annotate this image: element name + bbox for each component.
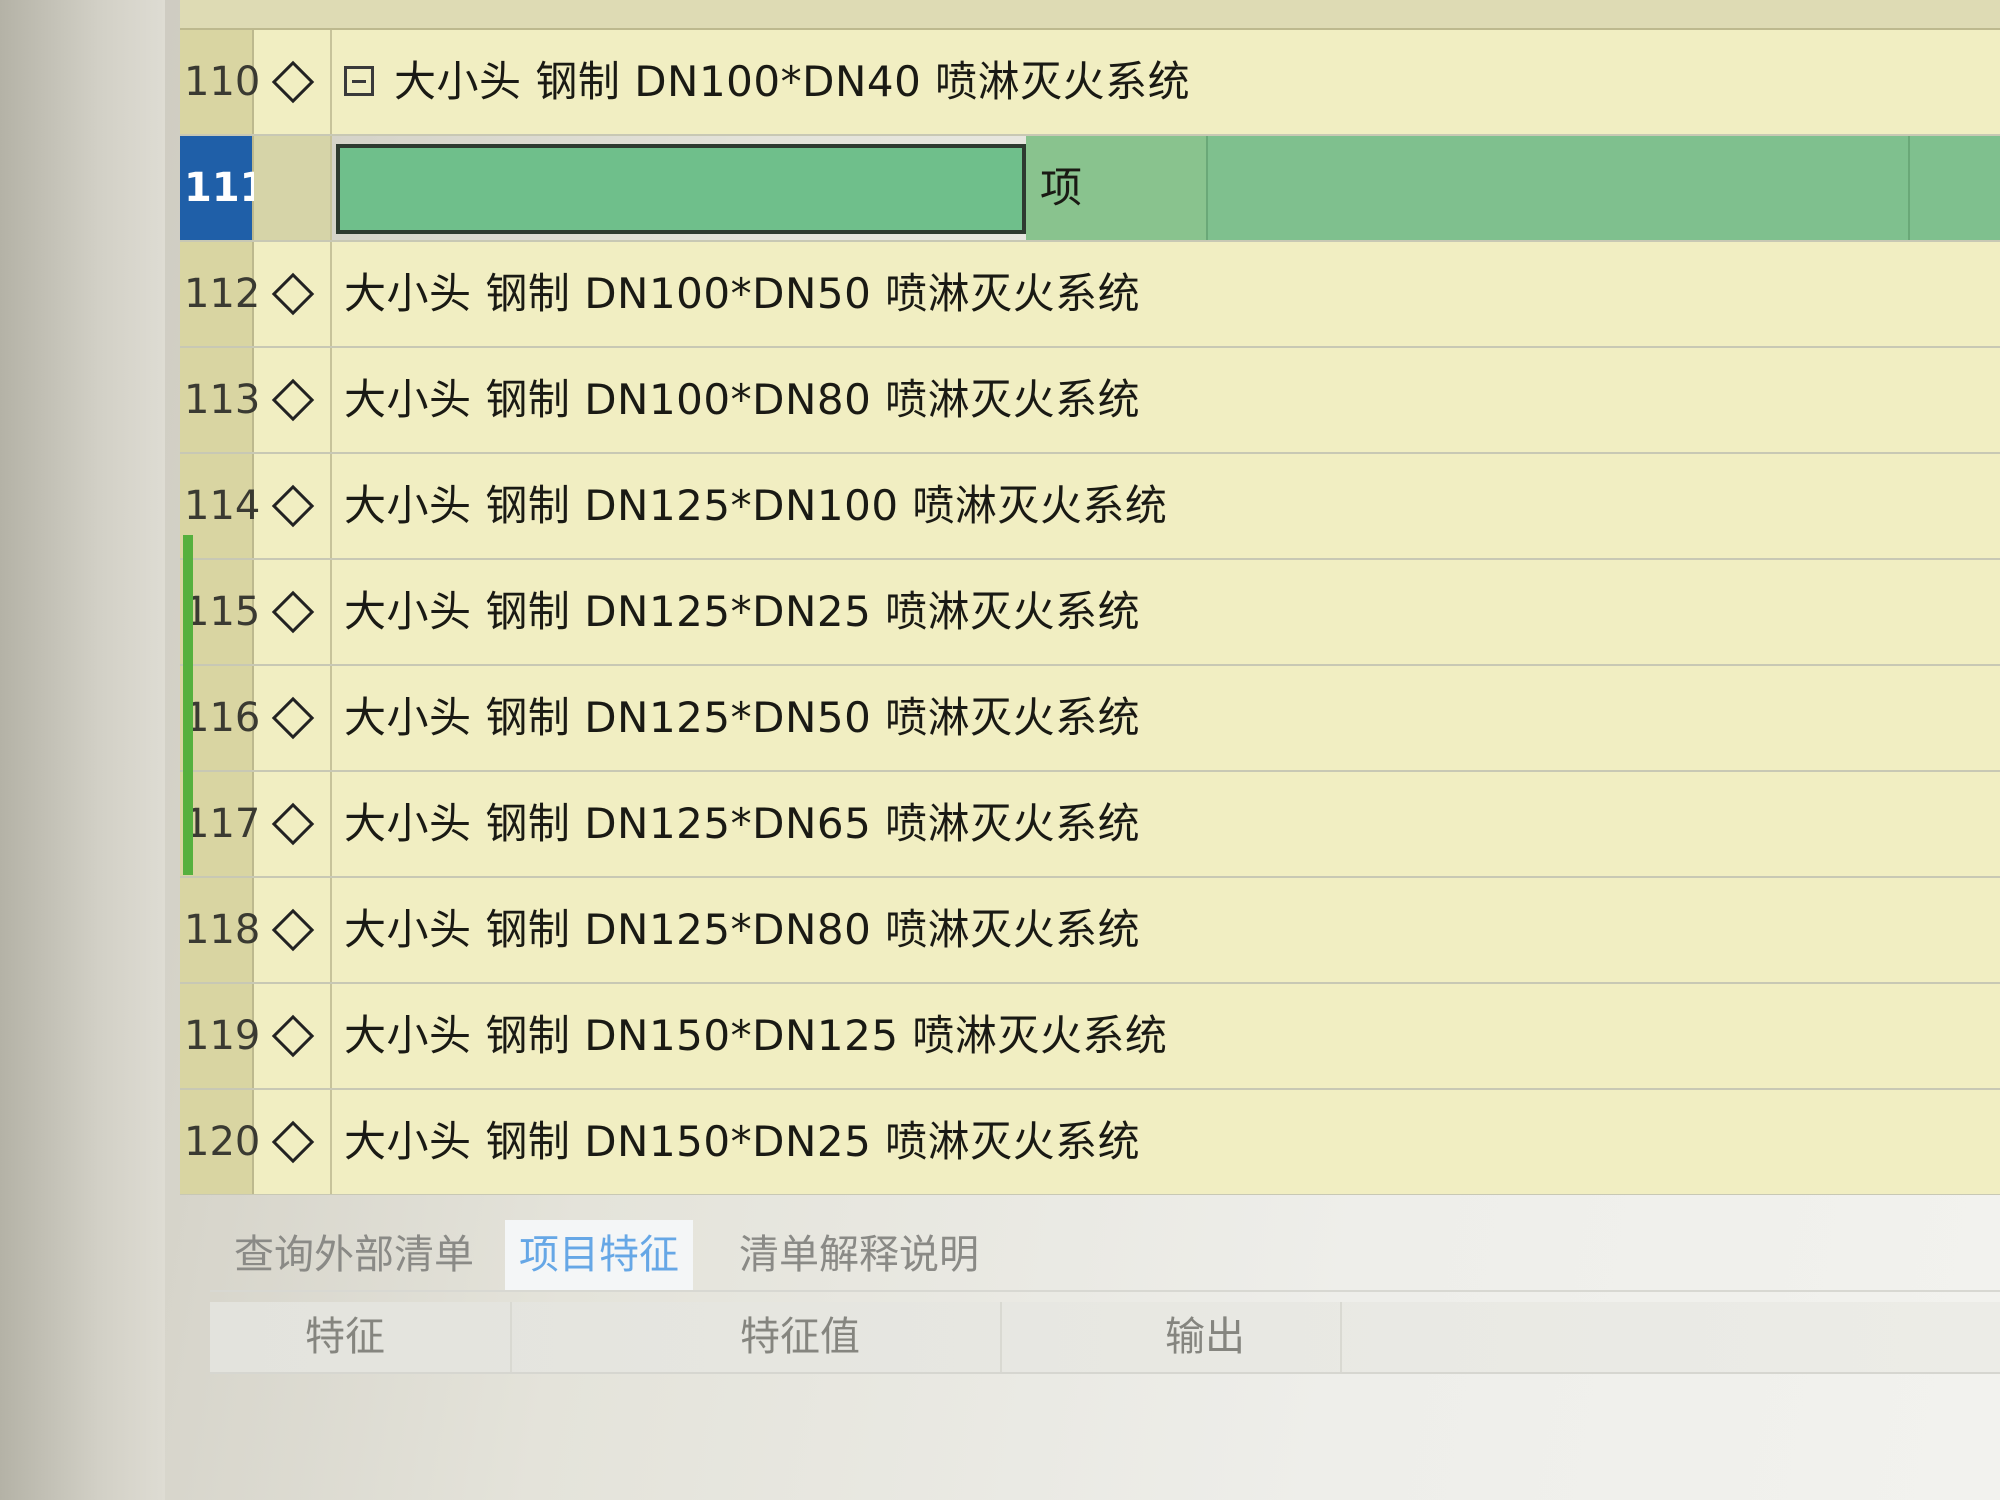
row-name-cell[interactable]: 大小头 钢制 DN125*DN65 喷淋灭火系统 [344,772,1140,876]
row-number[interactable]: 111 [180,136,268,240]
table-row[interactable]: 115 大小头 钢制 DN125*DN25 喷淋灭火系统 [180,560,2000,666]
row-name-cell[interactable]: 大小头 钢制 DN125*DN80 喷淋灭火系统 [344,878,1140,982]
diamond-icon [271,272,315,316]
tab-item-features[interactable]: 项目特征 [505,1220,693,1290]
unit-cell[interactable]: 项 [1026,136,1206,240]
feature-table-header: 特征 特征值 输出 [210,1302,2000,1374]
bottom-panel: 查询外部清单 项目特征 清单解释说明 特征 特征值 输出 [210,1220,2000,1500]
row-marker [254,348,332,452]
row-marker [254,242,332,346]
row-name-cell[interactable]: 大小头 钢制 DN150*DN125 喷淋灭火系统 [344,984,1167,1088]
row-name-cell[interactable]: 大小头 钢制 DN125*DN50 喷淋灭火系统 [344,666,1140,770]
row-marker [254,984,332,1088]
screen: 110 大小头 钢制 DN100*DN40 喷淋灭火系统 111 项 112 大… [0,0,2000,1500]
row-marker [254,878,332,982]
item-grid: 110 大小头 钢制 DN100*DN40 喷淋灭火系统 111 项 112 大… [180,0,2000,1195]
diamond-icon [271,696,315,740]
row-number[interactable]: 113 [180,348,260,452]
table-row[interactable]: 117 大小头 钢制 DN125*DN65 喷淋灭火系统 [180,772,2000,878]
row-fill [1206,136,2000,240]
row-name-cell[interactable]: 大小头 钢制 DN100*DN40 喷淋灭火系统 [344,30,1190,134]
row-number[interactable]: 112 [180,242,260,346]
row-number[interactable]: 120 [180,1090,260,1194]
table-row[interactable]: 112 大小头 钢制 DN100*DN50 喷淋灭火系统 [180,242,2000,348]
row-name-cell[interactable]: 大小头 钢制 DN150*DN25 喷淋灭火系统 [344,1090,1140,1194]
table-row[interactable]: 118 大小头 钢制 DN125*DN80 喷淋灭火系统 [180,878,2000,984]
column-divider [510,1302,512,1372]
collapse-minus-icon[interactable] [344,65,374,96]
diamond-icon [271,484,315,528]
row-marker [254,666,332,770]
table-row[interactable]: 114 大小头 钢制 DN125*DN100 喷淋灭火系统 [180,454,2000,560]
row-name-cell[interactable]: 大小头 钢制 DN125*DN25 喷淋灭火系统 [344,560,1140,664]
table-row[interactable]: 120 大小头 钢制 DN150*DN25 喷淋灭火系统 [180,1090,2000,1195]
diamond-icon [271,802,315,846]
table-row[interactable]: 119 大小头 钢制 DN150*DN125 喷淋灭火系统 [180,984,2000,1090]
row-number[interactable]: 118 [180,878,260,982]
column-divider [1000,1302,1002,1372]
tab-list-explanation[interactable]: 清单解释说明 [725,1220,993,1290]
row-marker [254,772,332,876]
row-number[interactable]: 110 [180,30,260,134]
diamond-icon [271,60,315,104]
row-marker [254,30,332,134]
column-divider [1340,1302,1342,1372]
table-row[interactable]: 110 大小头 钢制 DN100*DN40 喷淋灭火系统 [180,30,2000,136]
monitor-bezel [0,0,165,1500]
row-name-cell[interactable]: 大小头 钢制 DN100*DN50 喷淋灭火系统 [344,242,1140,346]
diamond-icon [271,590,315,634]
table-row-selected[interactable]: 111 项 [180,136,2000,242]
row-marker [254,560,332,664]
bottom-tabs: 查询外部清单 项目特征 清单解释说明 [210,1220,2000,1292]
change-indicator-bar [183,535,193,875]
row-name-cell[interactable]: 大小头 钢制 DN100*DN80 喷淋灭火系统 [344,348,1140,452]
diamond-icon [271,908,315,952]
diamond-icon [271,1014,315,1058]
table-row[interactable]: 116 大小头 钢制 DN125*DN50 喷淋灭火系统 [180,666,2000,772]
name-edit-input[interactable] [336,144,1026,234]
diamond-icon [271,1120,315,1164]
row-marker [254,136,332,240]
row-name-cell[interactable]: 大小头 钢制 DN125*DN100 喷淋灭火系统 [344,454,1167,558]
row-name-text: 大小头 钢制 DN100*DN40 喷淋灭火系统 [394,57,1191,106]
row-marker [254,1090,332,1194]
column-header-output[interactable]: 输出 [1165,1302,1245,1372]
diamond-icon [271,378,315,422]
grid-header-strip [180,0,2000,30]
column-header-feature[interactable]: 特征 [305,1302,385,1372]
table-row[interactable]: 113 大小头 钢制 DN100*DN80 喷淋灭火系统 [180,348,2000,454]
row-marker [254,454,332,558]
row-number[interactable]: 119 [180,984,260,1088]
tab-query-external-list[interactable]: 查询外部清单 [220,1220,488,1290]
column-header-feature-value[interactable]: 特征值 [740,1302,860,1372]
